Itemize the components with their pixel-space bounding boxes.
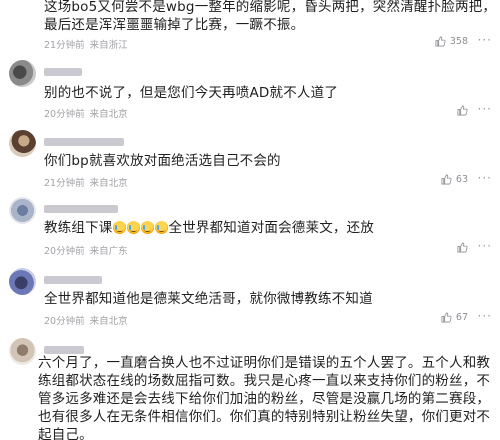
comment-location: 来自浙江 (89, 40, 128, 51)
crying-laughing-emoji (154, 221, 168, 234)
avatar[interactable] (9, 338, 36, 365)
like-count: 358 (449, 36, 468, 47)
crying-laughing-emoji (140, 221, 154, 234)
comment-location: 来自北京 (89, 109, 128, 120)
comment-meta: 20分钟前 来自北京 (44, 106, 128, 120)
comment-meta: 21分钟前 来自北京 (44, 175, 128, 189)
like-button[interactable] (457, 105, 468, 116)
crying-laughing-emoji (126, 221, 140, 234)
more-dots-icon: ··· (477, 171, 492, 185)
thumbs-up-icon (441, 174, 452, 185)
comment-text: 教练组下课 全世界都知道对面会德莱文，还放 (44, 220, 374, 236)
thumbs-up-icon (457, 105, 468, 116)
crying-laughing-emoji (112, 221, 126, 234)
comment-text: 这场bo5又何尝不是wbg一整年的缩影呢，昏头两把，突然清醒扑脸两把， 最后还是… (44, 0, 497, 33)
more-dots-icon: ··· (477, 309, 492, 323)
avatar[interactable] (9, 60, 36, 87)
more-dots-icon: ··· (477, 33, 492, 47)
like-count: 67 (455, 312, 468, 323)
username-redacted[interactable] (44, 137, 124, 148)
username-redacted[interactable] (44, 67, 82, 78)
avatar[interactable] (9, 130, 36, 157)
comment-meta: 20分钟前 来自广东 (44, 243, 128, 257)
username-redacted[interactable] (44, 204, 118, 215)
comment-time: 20分钟前 (44, 316, 85, 327)
comment-time: 20分钟前 (44, 246, 85, 257)
comment-time: 20分钟前 (44, 109, 85, 120)
like-button[interactable]: 67 (441, 312, 468, 323)
comment-text: 你们bp就喜欢放对面绝活选自己不会的 (44, 153, 281, 169)
like-button[interactable]: 358 (435, 36, 468, 47)
like-button[interactable] (457, 242, 468, 253)
like-count: 63 (455, 174, 468, 185)
thumbs-up-icon (457, 242, 468, 253)
more-dots-icon: ··· (477, 102, 492, 116)
avatar[interactable] (9, 268, 36, 295)
more-options-button[interactable]: ··· (478, 33, 492, 47)
comment-time: 21分钟前 (44, 40, 85, 51)
more-options-button[interactable]: ··· (478, 171, 492, 185)
username-redacted[interactable] (44, 275, 102, 286)
comment-location: 来自广东 (89, 246, 128, 257)
comment-meta: 21分钟前 来自浙江 (44, 37, 128, 51)
more-options-button[interactable]: ··· (478, 309, 492, 323)
thumbs-up-icon (441, 312, 452, 323)
like-button[interactable]: 63 (441, 174, 468, 185)
more-options-button[interactable]: ··· (478, 102, 492, 116)
comment-meta: 20分钟前 来自北京 (44, 313, 128, 327)
comment-text: 六个月了，一直磨合换人也不过证明你们是错误的五个人罢了。五个人和教 练组都状态在… (38, 355, 491, 440)
comment-location: 来自北京 (89, 178, 128, 189)
avatar[interactable] (9, 197, 36, 224)
comment-item: 这场bo5又何尝不是wbg一整年的缩影呢，昏头两把，突然清醒扑脸两把， 最后还是… (0, 0, 500, 52)
comment-time: 21分钟前 (44, 178, 85, 189)
more-options-button[interactable]: ··· (478, 239, 492, 253)
comment-text: 别的也不说了，但是您们今天再喷AD就不人道了 (44, 85, 339, 101)
comment-location: 来自北京 (89, 316, 128, 327)
comment-text: 全世界都知道他是德莱文绝活哥，就你微博教练不知道 (44, 291, 373, 307)
thumbs-up-icon (435, 36, 446, 47)
more-dots-icon: ··· (477, 239, 492, 253)
